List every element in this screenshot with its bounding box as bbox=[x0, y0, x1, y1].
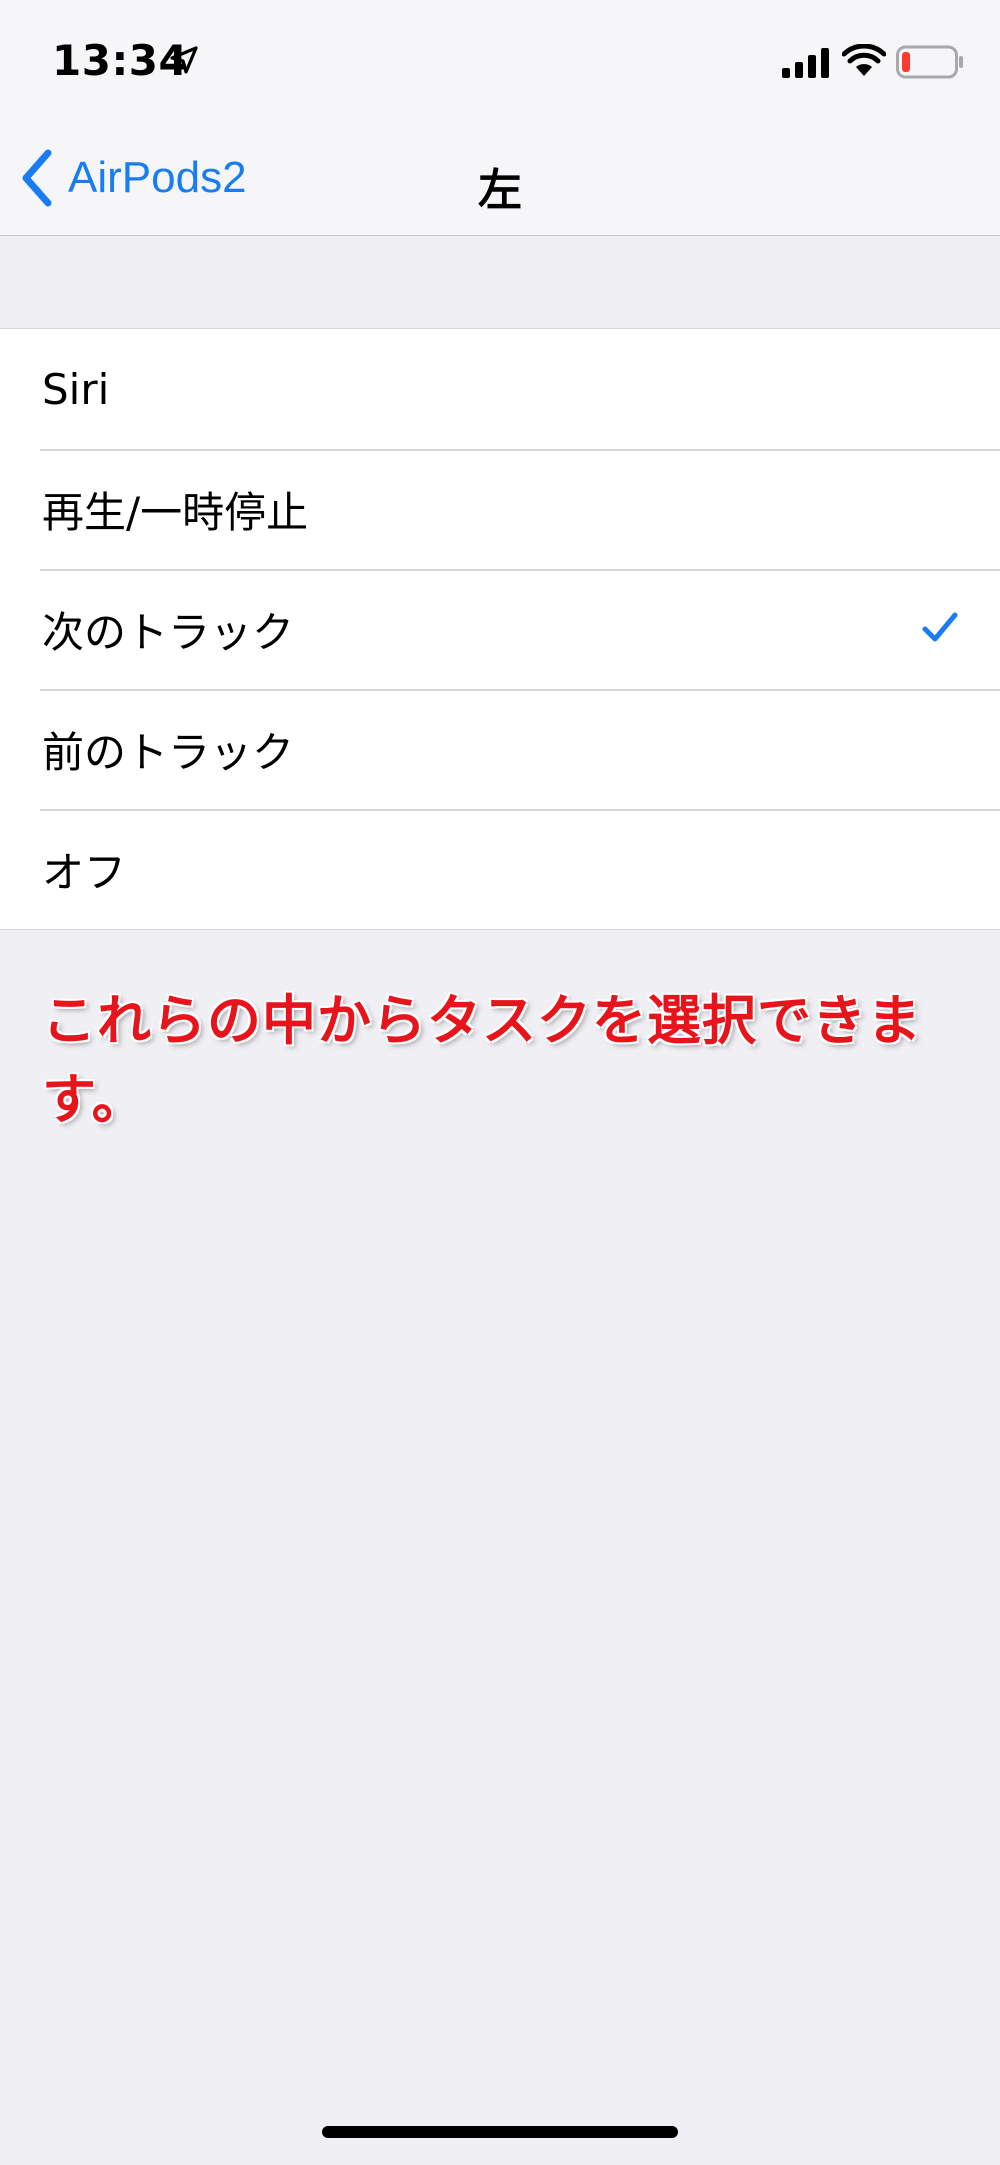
option-label: Siri bbox=[42, 364, 110, 414]
navigation-bar: AirPods2 左 bbox=[0, 118, 1000, 236]
settings-screen: 13:34 AirPods2 左 Siri 再生/一時停止 次のトラック 前のト… bbox=[0, 0, 1000, 2165]
cellular-signal-icon bbox=[782, 48, 829, 78]
option-row-next-track[interactable]: 次のトラック bbox=[0, 569, 1000, 689]
page-title: 左 bbox=[478, 165, 522, 216]
option-row-play-pause[interactable]: 再生/一時停止 bbox=[0, 449, 1000, 569]
option-label: 次のトラック bbox=[42, 607, 295, 657]
checkmark-icon bbox=[922, 612, 958, 642]
wifi-icon bbox=[842, 44, 886, 76]
annotation-text: これらの中からタスクを選択できます。 bbox=[42, 989, 922, 1131]
battery-low-icon bbox=[896, 45, 963, 79]
option-row-previous-track[interactable]: 前のトラック bbox=[0, 689, 1000, 809]
home-indicator[interactable] bbox=[322, 2126, 678, 2138]
option-label: 前のトラック bbox=[42, 727, 295, 777]
option-row-siri[interactable]: Siri bbox=[0, 329, 1000, 449]
option-list: Siri 再生/一時停止 次のトラック 前のトラック オフ bbox=[0, 328, 1000, 930]
location-arrow-icon bbox=[170, 46, 198, 74]
option-label: オフ bbox=[42, 847, 127, 897]
option-row-off[interactable]: オフ bbox=[0, 809, 1000, 929]
option-label: 再生/一時停止 bbox=[42, 487, 309, 537]
status-bar: 13:34 bbox=[0, 0, 1000, 118]
